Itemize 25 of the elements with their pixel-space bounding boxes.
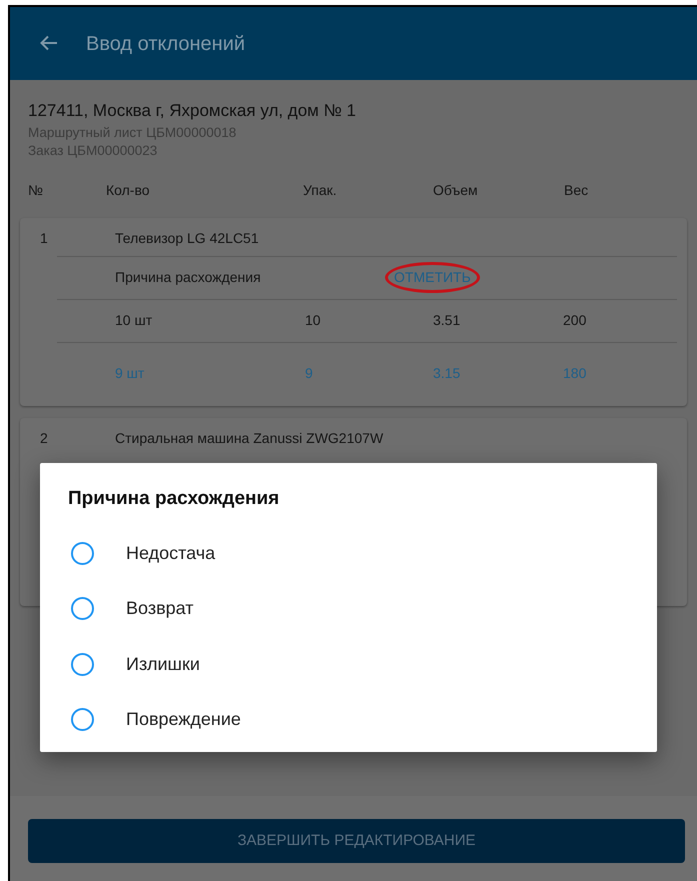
reason-label: Причина расхождения [115, 268, 262, 287]
column-header: Вес [564, 182, 588, 198]
actual-value: 9 [305, 365, 313, 381]
actual-value: 3.15 [433, 365, 460, 381]
reason-option[interactable]: Излишки [68, 636, 629, 692]
planned-value: 200 [563, 312, 586, 328]
actual-value: 9 шт [115, 365, 144, 381]
actual-value: 180 [563, 365, 586, 381]
dialog-title: Причина расхождения [68, 487, 280, 511]
column-header: Упак. [303, 182, 337, 198]
product-name: Телевизор LG 42LC51 [115, 228, 259, 248]
planned-value: 10 шт [115, 312, 152, 328]
item-number: 2 [40, 430, 48, 446]
reason-option[interactable]: Недостача [68, 526, 629, 581]
column-header: Кол-во [106, 182, 150, 198]
planned-value: 3.51 [433, 312, 460, 328]
reason-option[interactable]: Возврат [68, 581, 629, 636]
reason-option[interactable]: Повреждение [68, 692, 629, 748]
planned-value: 10 [305, 312, 321, 328]
screen-title: Ввод отклонений [86, 32, 246, 56]
column-header: Объем [433, 182, 478, 198]
item-number: 1 [40, 230, 48, 246]
column-header: № [28, 182, 44, 198]
address-text: 127411, Москва г, Яхромская ул, дом № 1 [28, 100, 358, 122]
product-name: Стиральная машина Zanussi ZWG2107W [115, 428, 384, 448]
